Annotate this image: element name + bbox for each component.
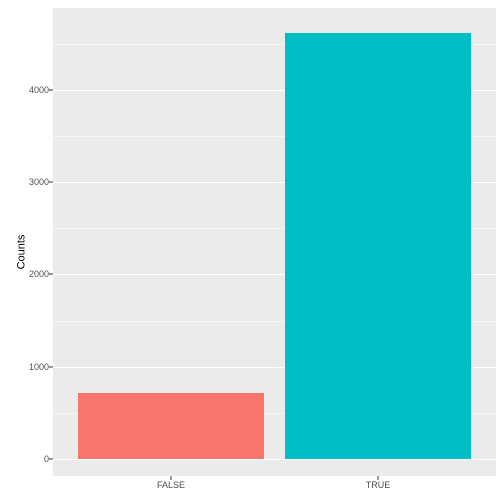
y-axis-label: Counts	[15, 235, 27, 270]
plot-area	[53, 8, 496, 476]
y-tick-mark	[49, 274, 53, 275]
y-tick-label: 0	[19, 454, 49, 464]
y-tick-mark	[49, 459, 53, 460]
bar-false	[78, 393, 264, 459]
gridline-major	[53, 459, 496, 460]
x-tick-label: TRUE	[366, 480, 391, 490]
y-tick-label: 1000	[19, 362, 49, 372]
y-tick-mark	[49, 366, 53, 367]
y-tick-mark	[49, 182, 53, 183]
y-tick-label: 4000	[19, 85, 49, 95]
y-tick-label: 3000	[19, 177, 49, 187]
bar-chart: Counts FALSE TRUE 0 1000 2000 3000 4000	[0, 0, 504, 504]
bar-true	[285, 33, 471, 459]
x-tick-label: FALSE	[157, 480, 185, 490]
y-tick-label: 2000	[19, 269, 49, 279]
y-tick-mark	[49, 89, 53, 90]
